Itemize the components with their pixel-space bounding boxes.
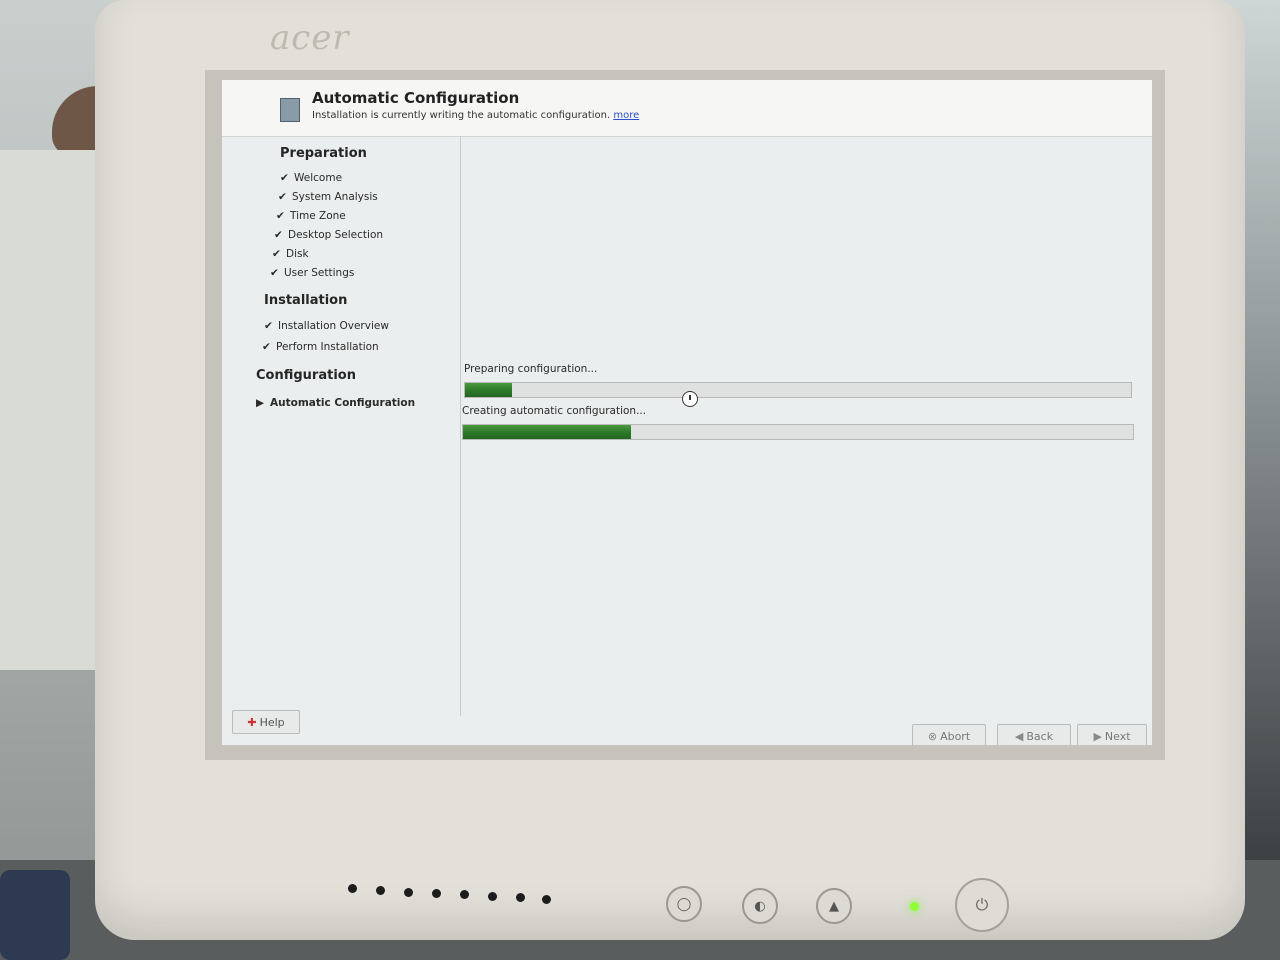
- speaker-hole: [376, 886, 385, 895]
- current-step-arrow-icon: ▶: [256, 397, 265, 409]
- step-system-analysis: ✔ System Analysis: [278, 191, 378, 203]
- progress-label-creating: Creating automatic configuration...: [462, 405, 647, 417]
- checkmark-icon: ✔: [276, 210, 285, 222]
- section-heading-preparation: Preparation: [280, 146, 367, 161]
- abort-button[interactable]: ⊗ Abort: [912, 724, 986, 745]
- checkmark-icon: ✔: [280, 172, 289, 184]
- progress-bar-preparing: [464, 382, 1132, 398]
- more-link[interactable]: more: [613, 110, 639, 121]
- speaker-hole: [488, 892, 497, 901]
- speaker-hole: [432, 889, 441, 898]
- back-button[interactable]: ◀ Back: [997, 724, 1071, 745]
- step-time-zone: ✔ Time Zone: [276, 210, 346, 222]
- next-arrow-icon: ▶: [1093, 729, 1102, 743]
- up-button-icon[interactable]: ▲: [816, 888, 852, 924]
- step-user-settings: ✔ User Settings: [270, 267, 355, 279]
- checkmark-icon: ✔: [270, 267, 279, 279]
- installer-icon: [280, 98, 300, 122]
- busy-cursor-icon: [682, 391, 698, 407]
- monitor-brand-logo: acer: [270, 18, 350, 58]
- installer-screen: Automatic Configuration Installation is …: [222, 80, 1152, 745]
- subtitle-text: Installation is currently writing the au…: [312, 110, 611, 121]
- next-button[interactable]: ▶ Next: [1077, 724, 1147, 745]
- steps-sidebar: Preparation ✔ Welcome ✔ System Analysis ✔ T…: [252, 136, 462, 696]
- checkmark-icon: ✔: [274, 229, 283, 241]
- progress-label-preparing: Preparing configuration...: [464, 363, 598, 375]
- speaker-hole: [348, 884, 357, 893]
- page-subtitle: Installation is currently writing the au…: [312, 110, 639, 121]
- progress-bar-creating: [462, 424, 1134, 440]
- power-led-icon: [910, 902, 919, 911]
- checkmark-icon: ✔: [272, 248, 281, 260]
- progress-fill-preparing: [465, 383, 512, 397]
- step-welcome: ✔ Welcome: [280, 172, 343, 184]
- help-button[interactable]: ✚ Help: [232, 710, 300, 734]
- section-heading-configuration: Configuration: [256, 368, 356, 383]
- step-desktop-selection: ✔ Desktop Selection: [274, 229, 384, 241]
- auto-adjust-button-icon[interactable]: ◐: [742, 888, 778, 924]
- abort-icon: ⊗: [927, 729, 938, 743]
- speaker-hole: [460, 890, 469, 899]
- installer-header: Automatic Configuration Installation is …: [222, 80, 1152, 137]
- step-disk: ✔ Disk: [272, 248, 309, 260]
- speaker-hole: [404, 888, 413, 897]
- back-arrow-icon: ◀: [1014, 729, 1024, 743]
- background-object: [0, 870, 70, 960]
- progress-fill-creating: [463, 425, 631, 439]
- checkmark-icon: ✔: [278, 191, 287, 203]
- step-installation-overview: ✔ Installation Overview: [264, 320, 389, 332]
- checkmark-icon: ✔: [264, 320, 273, 332]
- menu-button-icon[interactable]: ◯: [666, 886, 702, 922]
- step-automatic-configuration: ▶ Automatic Configuration: [256, 397, 416, 409]
- section-heading-installation: Installation: [264, 293, 348, 308]
- power-button-icon[interactable]: ⏻: [955, 878, 1009, 932]
- page-title: Automatic Configuration: [312, 89, 520, 107]
- help-icon: ✚: [247, 715, 257, 729]
- checkmark-icon: ✔: [262, 341, 271, 353]
- speaker-hole: [516, 893, 525, 902]
- step-perform-installation: ✔ Perform Installation: [262, 341, 379, 353]
- speaker-hole: [542, 895, 551, 904]
